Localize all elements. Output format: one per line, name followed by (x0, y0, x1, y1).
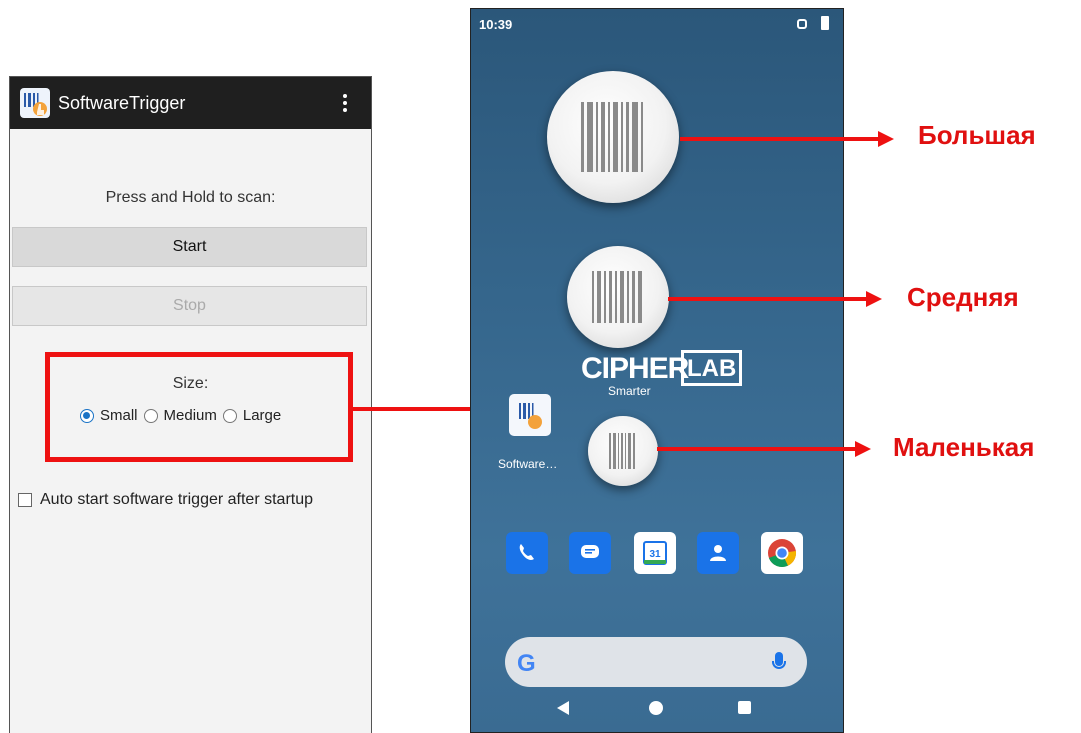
vibrate-icon (797, 19, 807, 29)
size-highlight-box (45, 352, 353, 462)
small-arrow-head (855, 441, 871, 457)
connector-arrow (353, 407, 483, 411)
start-button[interactable]: Start (12, 227, 367, 267)
stop-button[interactable]: Stop (12, 286, 367, 326)
app-title: SoftwareTrigger (58, 92, 186, 113)
large-arrow (680, 137, 880, 141)
chrome-icon[interactable] (761, 532, 803, 574)
status-bar: 10:39 (471, 9, 843, 37)
scan-prompt: Press and Hold to scan: (105, 189, 276, 206)
software-trigger-app-icon (519, 403, 542, 429)
medium-arrow (668, 297, 868, 301)
recents-icon[interactable] (738, 701, 751, 714)
google-search-bar[interactable]: G (505, 637, 807, 687)
overflow-menu-icon[interactable] (333, 94, 357, 112)
messages-icon[interactable] (569, 532, 611, 574)
battery-icon (821, 16, 829, 30)
calendar-day: 31 (649, 549, 661, 560)
software-trigger-app-icon (20, 88, 50, 118)
checkbox-icon (18, 493, 32, 507)
label-small: Маленькая (893, 432, 1035, 462)
navigation-bar (471, 687, 843, 732)
small-trigger-button[interactable] (588, 416, 658, 486)
medium-trigger-button[interactable] (567, 246, 669, 348)
medium-arrow-head (866, 291, 882, 307)
back-icon[interactable] (557, 701, 569, 715)
barcode-icon (609, 433, 637, 469)
home-icon[interactable] (649, 701, 663, 715)
auto-start-label: Auto start software trigger after startu… (40, 491, 314, 508)
microphone-icon[interactable] (772, 652, 786, 669)
calendar-icon[interactable]: 31 (634, 532, 676, 574)
auto-start-checkbox[interactable]: Auto start software trigger after startu… (18, 491, 313, 509)
large-arrow-head (878, 131, 894, 147)
phone-icon[interactable] (506, 532, 548, 574)
barcode-icon (591, 271, 645, 323)
google-g-icon: G (517, 650, 536, 677)
label-medium: Средняя (907, 282, 1019, 312)
app-bar: SoftwareTrigger (10, 77, 371, 129)
software-trigger-shortcut[interactable] (509, 394, 551, 436)
contacts-icon[interactable] (697, 532, 739, 574)
label-large: Большая (918, 120, 1036, 150)
small-arrow (657, 447, 857, 451)
cipherlab-logo: CIPHER LAB Smarter (581, 336, 743, 406)
barcode-icon (580, 102, 646, 172)
status-time: 10:39 (479, 17, 513, 32)
phone-screen: 10:39 CIPHER LAB Smarter Software… 31 G (470, 8, 844, 733)
shortcut-label: Software… (498, 457, 558, 471)
large-trigger-button[interactable] (547, 71, 679, 203)
